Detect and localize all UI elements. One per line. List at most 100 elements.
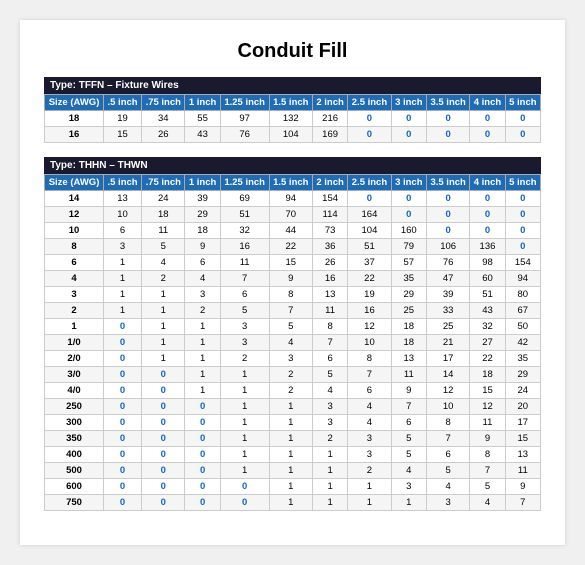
- table-cell: 2: [312, 431, 347, 447]
- table-row: 835916223651791061360: [45, 239, 541, 255]
- table-cell: 22: [348, 271, 391, 287]
- table-row: 1/00113471018212742: [45, 335, 541, 351]
- table-cell: 0: [185, 399, 220, 415]
- table-tffn: Size (AWG).5 inch.75 inch1 inch1.25 inch…: [44, 94, 541, 143]
- col-header: 3.5 inch: [426, 95, 469, 111]
- table-cell: 6: [220, 287, 269, 303]
- page-title: Conduit Fill: [44, 40, 541, 63]
- table-row: 161526437610416900000: [45, 127, 541, 143]
- table-cell: 13: [312, 287, 347, 303]
- section-header-tffn: Type: TFFN – Fixture Wires: [44, 77, 541, 94]
- table-cell: 600: [45, 479, 104, 495]
- table-cell: 6: [104, 223, 142, 239]
- table-cell: 500: [45, 463, 104, 479]
- table-cell: 0: [104, 495, 142, 511]
- col-header: 1 inch: [185, 175, 220, 191]
- table-cell: 32: [220, 223, 269, 239]
- table-row: 211257111625334367: [45, 303, 541, 319]
- table-cell: 18: [142, 207, 185, 223]
- table-cell: 1: [312, 463, 347, 479]
- table-cell: 2: [142, 271, 185, 287]
- table-cell: 94: [269, 191, 312, 207]
- table-cell: 0: [104, 335, 142, 351]
- table-row: 14132439699415400000: [45, 191, 541, 207]
- table-cell: 2: [269, 367, 312, 383]
- table-cell: 5: [220, 303, 269, 319]
- table-cell: 104: [269, 127, 312, 143]
- table-cell: 26: [312, 255, 347, 271]
- table-cell: 2: [220, 351, 269, 367]
- table-cell: 1: [269, 463, 312, 479]
- table-cell: 1: [185, 383, 220, 399]
- table-cell: 79: [391, 239, 426, 255]
- table-cell: 6: [391, 415, 426, 431]
- table-cell: 16: [220, 239, 269, 255]
- table-row: 75000001111347: [45, 495, 541, 511]
- table-cell: 55: [185, 111, 220, 127]
- table-cell: 0: [104, 367, 142, 383]
- table-cell: 3: [312, 399, 347, 415]
- table-cell: 169: [312, 127, 347, 143]
- table-cell: 1: [45, 319, 104, 335]
- table-cell: 4: [470, 495, 505, 511]
- col-header: 1.5 inch: [269, 95, 312, 111]
- table-cell: 0: [104, 383, 142, 399]
- table-cell: 0: [142, 447, 185, 463]
- table-row: 500000111245711: [45, 463, 541, 479]
- table-cell: 12: [470, 399, 505, 415]
- table-cell: 3: [426, 495, 469, 511]
- table-cell: 0: [505, 223, 540, 239]
- table-row: 2/0011236813172235: [45, 351, 541, 367]
- table-cell: 12: [426, 383, 469, 399]
- table-cell: 1: [220, 447, 269, 463]
- table-cell: 14: [426, 367, 469, 383]
- table-cell: 4: [45, 271, 104, 287]
- table-cell: 32: [470, 319, 505, 335]
- table-cell: 104: [348, 223, 391, 239]
- table-cell: 0: [142, 495, 185, 511]
- table-cell: 8: [269, 287, 312, 303]
- table-cell: 43: [470, 303, 505, 319]
- table-cell: 1: [269, 399, 312, 415]
- table-cell: 98: [470, 255, 505, 271]
- col-header: 5 inch: [505, 175, 540, 191]
- table-cell: 3: [391, 479, 426, 495]
- table-cell: 1: [391, 495, 426, 511]
- table-row: 3000001134681117: [45, 415, 541, 431]
- table-thhn: Size (AWG).5 inch.75 inch1 inch1.25 inch…: [44, 174, 541, 511]
- table-cell: 1: [104, 303, 142, 319]
- table-cell: 0: [470, 111, 505, 127]
- table-cell: 16: [312, 271, 347, 287]
- col-header: 2 inch: [312, 95, 347, 111]
- table-cell: 3: [348, 447, 391, 463]
- table-cell: 47: [426, 271, 469, 287]
- table-cell: 3: [45, 287, 104, 303]
- table-cell: 0: [142, 367, 185, 383]
- table-cell: 160: [391, 223, 426, 239]
- table-cell: 9: [470, 431, 505, 447]
- table-cell: 0: [104, 351, 142, 367]
- table-cell: 18: [45, 111, 104, 127]
- table-cell: 4: [426, 479, 469, 495]
- table-cell: 0: [185, 431, 220, 447]
- page: Conduit Fill Type: TFFN – Fixture WiresS…: [20, 20, 565, 545]
- table-cell: 350: [45, 431, 104, 447]
- col-header: 3 inch: [391, 95, 426, 111]
- table-cell: 18: [185, 223, 220, 239]
- table-cell: 18: [391, 319, 426, 335]
- table-cell: 4: [391, 463, 426, 479]
- table-cell: 136: [470, 239, 505, 255]
- table-cell: 400: [45, 447, 104, 463]
- table-cell: 29: [185, 207, 220, 223]
- table-cell: 0: [505, 207, 540, 223]
- col-header: 1 inch: [185, 95, 220, 111]
- table-cell: 60: [470, 271, 505, 287]
- table-cell: 51: [470, 287, 505, 303]
- table-cell: 29: [505, 367, 540, 383]
- table-cell: 12: [45, 207, 104, 223]
- table-cell: 25: [426, 319, 469, 335]
- table-cell: 164: [348, 207, 391, 223]
- table-cell: 0: [470, 223, 505, 239]
- col-header: 4 inch: [470, 175, 505, 191]
- col-header: 2 inch: [312, 175, 347, 191]
